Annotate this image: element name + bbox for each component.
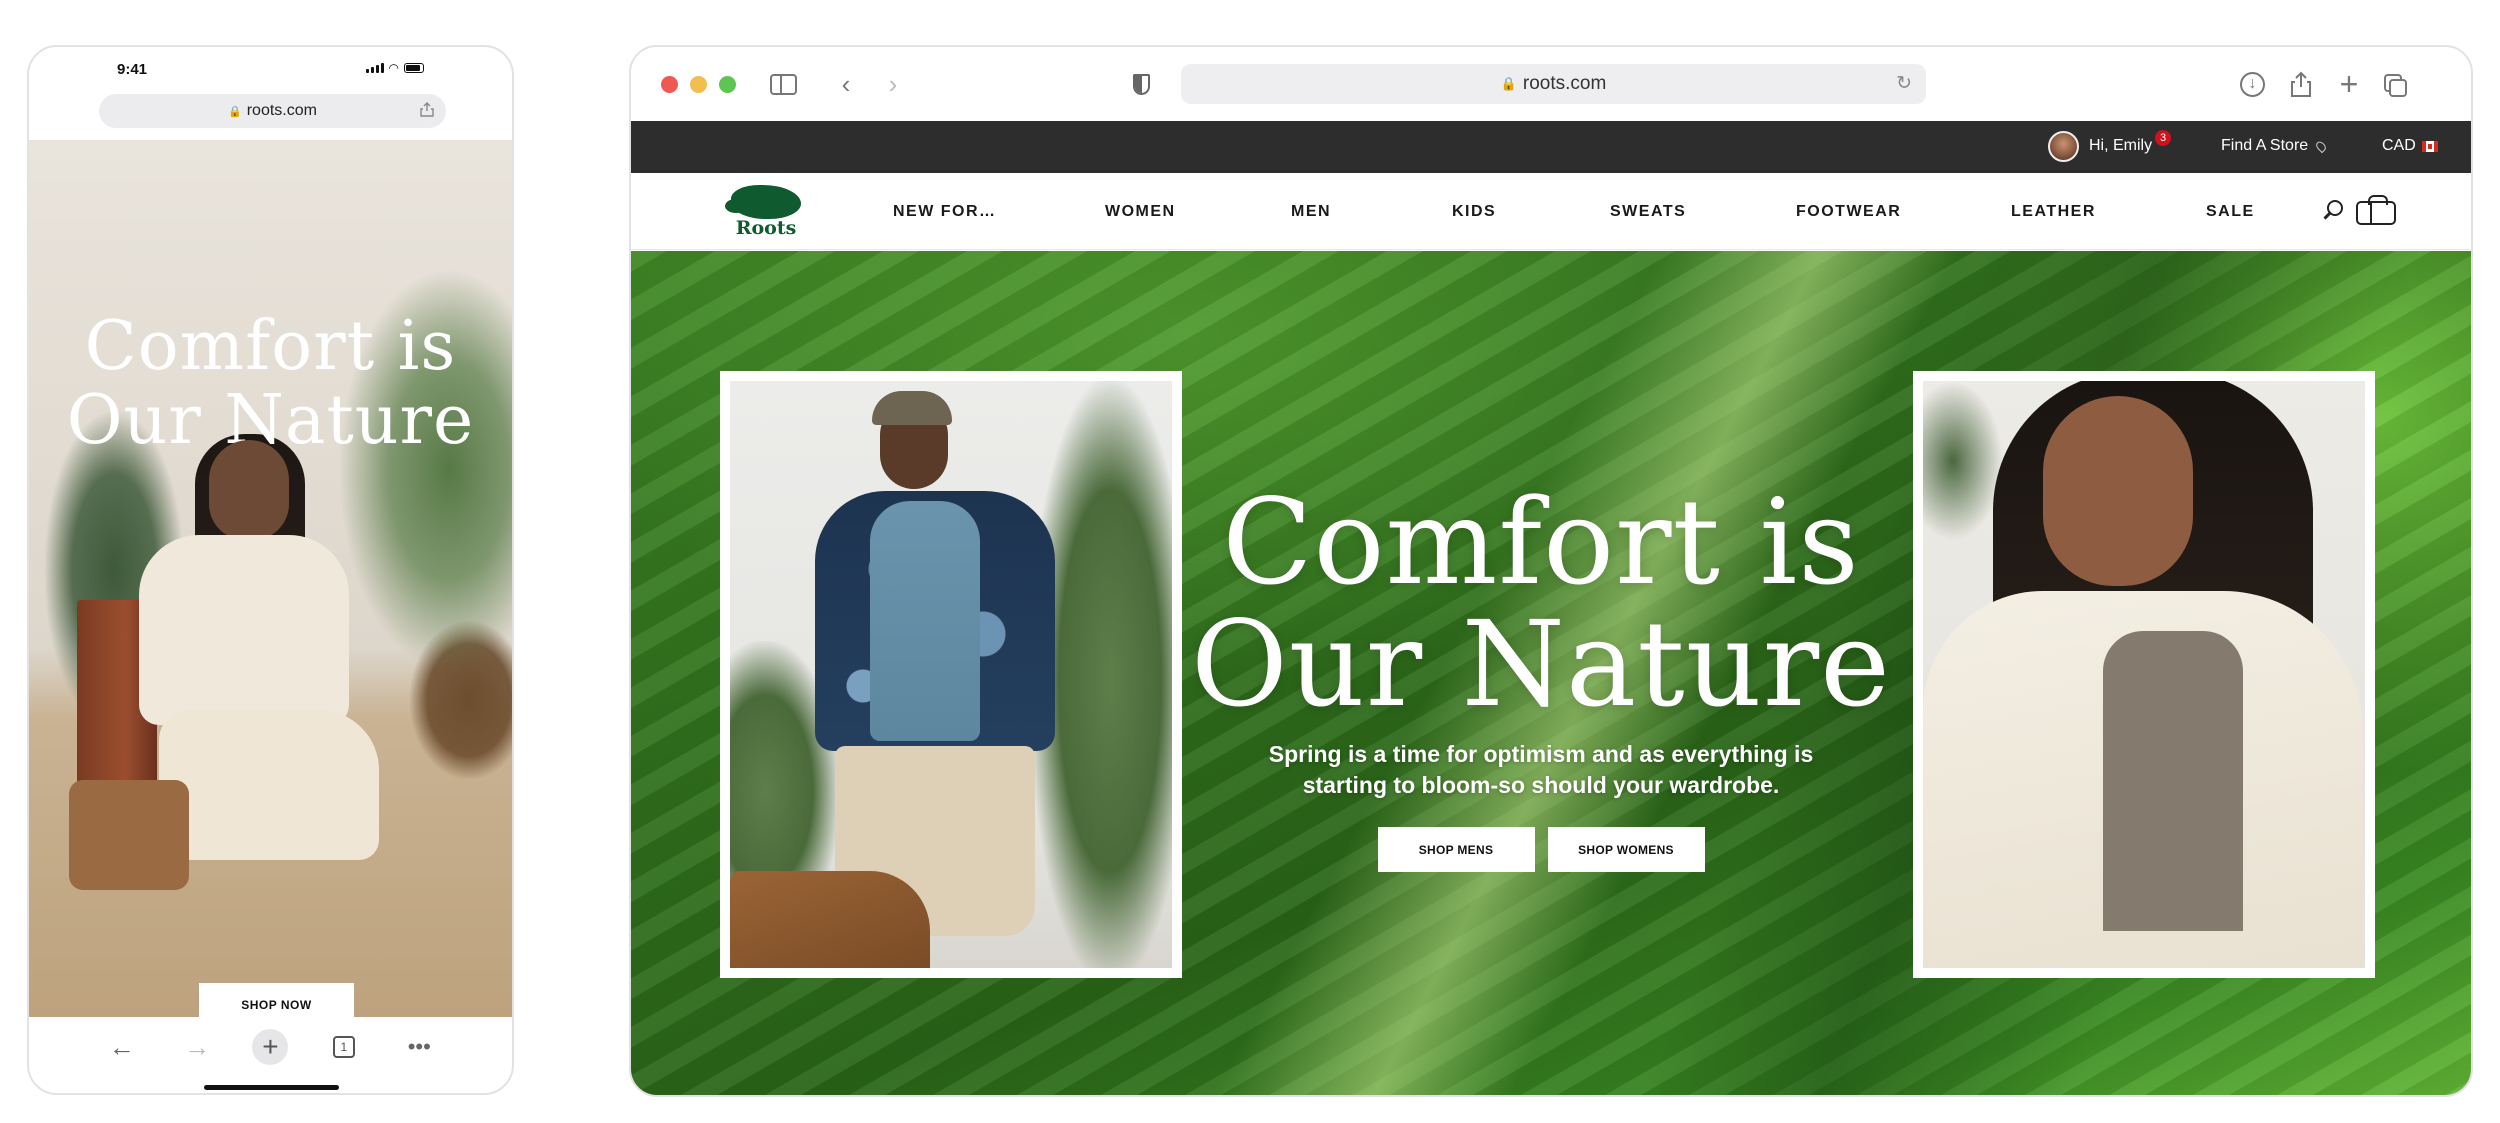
plant-image-3 (1923, 381, 2003, 541)
nav-footwear[interactable]: FOOTWEAR (1796, 203, 1901, 221)
lock-icon: 🔒 (1500, 76, 1517, 91)
shop-now-button[interactable]: SHOP NOW (199, 983, 354, 1017)
hero-copy: Comfort is Our Nature Spring is a time f… (1161, 481, 1921, 872)
plus-icon[interactable]: + (252, 1029, 289, 1065)
download-icon[interactable]: ↓ (2237, 69, 2267, 99)
mobile-hero-title: Comfort is Our Nature (29, 310, 512, 458)
womens-photo-image (1923, 381, 2365, 968)
mobile-url-text: roots.com (246, 102, 317, 119)
address-text: roots.com (1522, 73, 1607, 94)
share-icon[interactable] (2286, 69, 2316, 99)
hoodie-image (870, 501, 980, 741)
address-bar[interactable]: 🔒 roots.com ↻ (1181, 64, 1926, 104)
nav-sweats[interactable]: SWEATS (1610, 203, 1686, 221)
womens-photo[interactable] (1913, 371, 2375, 978)
mobile-device: 9:41 ◠ 🔒 roots.com Comfort is Our Nature… (27, 45, 514, 1095)
nav-women[interactable]: WOMEN (1105, 203, 1176, 221)
nav-kids[interactable]: KIDS (1452, 203, 1496, 221)
close-window-button[interactable] (661, 76, 678, 93)
system-icons: ◠ (365, 61, 424, 75)
lock-icon: 🔒 (228, 105, 242, 118)
mobile-address-bar[interactable]: 🔒 roots.com (99, 94, 446, 128)
canada-flag-icon (2421, 140, 2438, 152)
mens-photo-image (730, 381, 1172, 968)
shop-mens-button[interactable]: SHOP MENS (1377, 827, 1535, 872)
currency-label: CAD (2382, 137, 2416, 154)
mens-photo[interactable] (720, 371, 1182, 978)
shop-womens-button[interactable]: SHOP WOMENS (1547, 827, 1705, 872)
find-store-link[interactable]: Find A Store (2221, 137, 2328, 155)
battery-icon (404, 63, 424, 73)
beaver-icon (725, 185, 801, 219)
nav-leather[interactable]: LEATHER (2011, 203, 2096, 221)
status-time: 9:41 (117, 61, 148, 78)
wifi-icon: ◠ (388, 61, 399, 75)
shopping-bag-icon[interactable] (2356, 195, 2396, 225)
home-indicator (204, 1085, 339, 1090)
logo-text: Roots (735, 217, 797, 239)
chevron-left-icon[interactable]: ‹ (831, 69, 861, 99)
cap-image (872, 391, 952, 425)
model-face-image (2043, 396, 2193, 586)
arrow-right-icon[interactable]: → (177, 1032, 217, 1063)
avatar[interactable] (2048, 131, 2079, 162)
new-tab-icon[interactable]: + (2334, 68, 2364, 100)
account-greeting[interactable]: Hi, Emily (2089, 137, 2152, 155)
model-image (69, 434, 389, 920)
nav-new-for[interactable]: NEW FOR… (893, 203, 997, 221)
desktop-browser: ‹ › 🔒 roots.com ↻ ↓ + Hi, Emily 3 Find A… (629, 45, 2473, 1097)
find-store-label: Find A Store (2221, 137, 2309, 154)
hero-banner: Comfort is Our Nature Spring is a time f… (631, 251, 2471, 1095)
ellipsis-icon[interactable]: ••• (399, 1034, 439, 1060)
hero-title-line1: Comfort is (1222, 473, 1860, 611)
mobile-hero: Comfort is Our Nature SHOP NOW (29, 140, 512, 1017)
main-navigation: Roots NEW FOR… WOMEN MEN KIDS SWEATS FOO… (631, 173, 2471, 250)
share-icon[interactable] (420, 102, 434, 117)
reload-icon[interactable]: ↻ (1896, 72, 1912, 95)
search-icon[interactable] (2323, 200, 2345, 222)
hero-title: Comfort is Our Nature (1161, 481, 1921, 725)
map-pin-icon (2314, 139, 2328, 153)
status-bar: 9:41 ◠ (29, 47, 512, 89)
shirt-image (2103, 631, 2243, 931)
sidebar-icon[interactable] (769, 69, 799, 99)
arrow-left-icon[interactable]: ← (102, 1032, 142, 1063)
roots-logo[interactable]: Roots (725, 183, 807, 241)
nav-sale[interactable]: SALE (2206, 203, 2255, 221)
notification-badge: 3 (2155, 130, 2171, 146)
privacy-shield-icon[interactable] (1126, 69, 1156, 99)
tabs-icon[interactable]: 1 (332, 1036, 355, 1058)
mobile-hero-title-line1: Comfort is (84, 307, 457, 386)
currency-selector[interactable]: CAD (2382, 137, 2438, 155)
hero-subtitle: Spring is a time for optimism and as eve… (1268, 741, 1814, 798)
tab-overview-icon[interactable] (2380, 69, 2410, 99)
minimize-window-button[interactable] (690, 76, 707, 93)
mobile-toolbar: ← → + 1 ••• (29, 1017, 512, 1077)
nav-men[interactable]: MEN (1291, 203, 1331, 221)
browser-chrome: ‹ › 🔒 roots.com ↻ ↓ + (631, 47, 2471, 121)
chair-image (730, 871, 930, 968)
zoom-window-button[interactable] (719, 76, 736, 93)
cellular-signal-icon (365, 63, 384, 73)
hero-title-line2: Our Nature (1191, 595, 1891, 733)
hero-buttons: SHOP MENS SHOP WOMENS (1161, 827, 1921, 872)
utility-bar: Hi, Emily 3 Find A Store CAD (631, 121, 2471, 173)
chevron-right-icon[interactable]: › (878, 69, 908, 99)
